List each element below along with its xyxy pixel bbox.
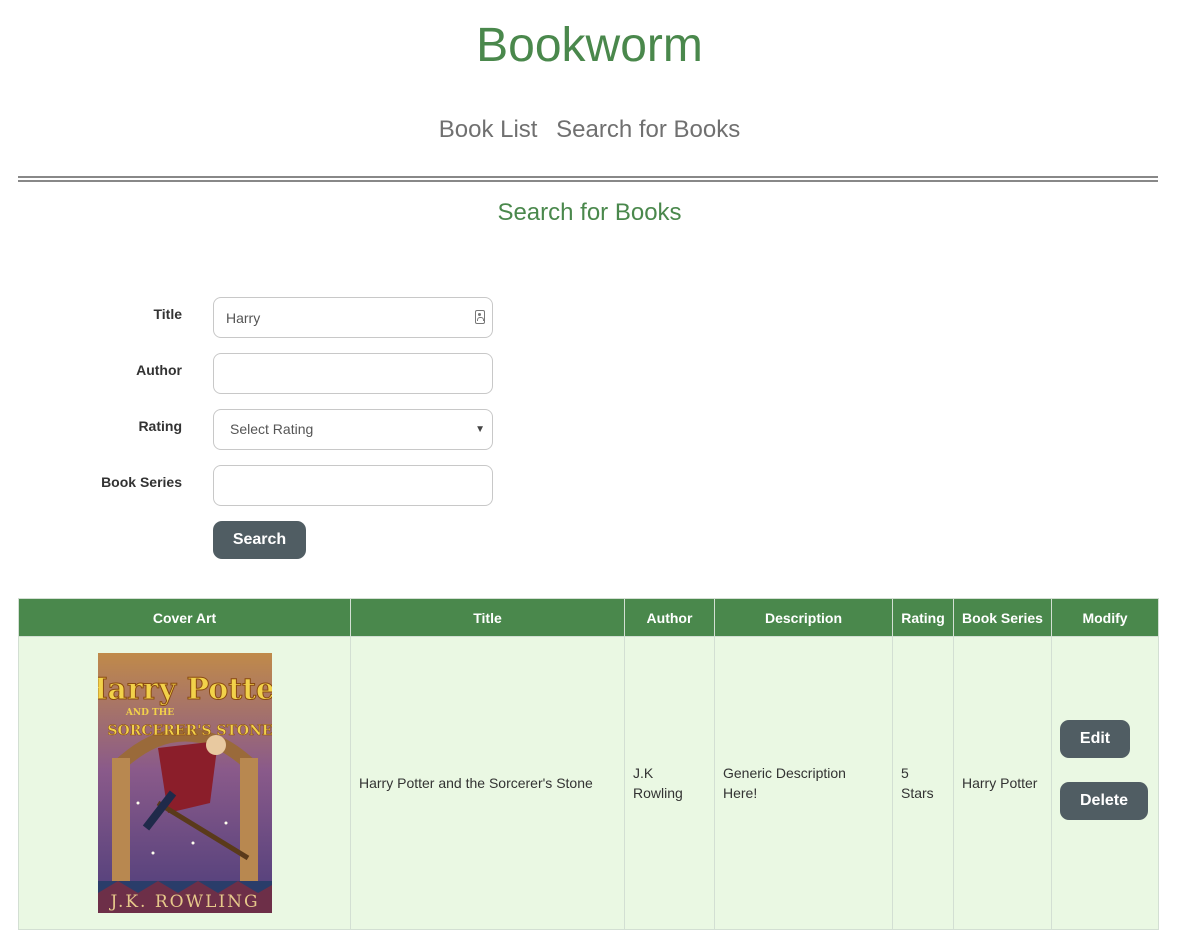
divider bbox=[18, 180, 1158, 182]
nav-search-books[interactable]: Search for Books bbox=[556, 116, 740, 143]
series-label: Book Series bbox=[101, 474, 182, 490]
divider bbox=[18, 176, 1158, 178]
search-button[interactable]: Search bbox=[213, 521, 306, 559]
cell-modify: Edit Delete bbox=[1051, 636, 1159, 930]
rating-label: Rating bbox=[138, 418, 182, 434]
header-cover-art: Cover Art bbox=[18, 598, 351, 637]
cover-stone-text: SORCERER'S STONE bbox=[107, 723, 272, 739]
table-header-row: Cover Art Title Author Description Ratin… bbox=[18, 598, 1159, 637]
rating-select-value: Select Rating bbox=[230, 421, 314, 437]
title-label: Title bbox=[153, 306, 182, 322]
author-input[interactable] bbox=[213, 353, 493, 394]
header-description: Description bbox=[714, 598, 893, 637]
cell-description: Generic Description Here! bbox=[714, 636, 893, 930]
app-title: Bookworm bbox=[476, 19, 703, 72]
cell-rating: 5 Stars bbox=[892, 636, 954, 930]
main-nav: Book List Search for Books bbox=[0, 116, 1179, 144]
table-row: Harry Potter AND THE SORCERER'S STONE J.… bbox=[18, 636, 1159, 930]
cover-title-text: Harry Potter bbox=[98, 672, 272, 707]
title-field-wrap bbox=[213, 297, 493, 338]
chevron-down-icon: ▼ bbox=[475, 424, 485, 435]
delete-button[interactable]: Delete bbox=[1060, 782, 1148, 820]
cover-author-text: J.K. ROWLING bbox=[108, 892, 259, 912]
title-input[interactable] bbox=[213, 297, 493, 338]
header-title: Title bbox=[350, 598, 625, 637]
rating-select[interactable]: Select Rating ▼ bbox=[213, 409, 493, 450]
page-title: Search for Books bbox=[497, 199, 682, 226]
book-cover-image: Harry Potter AND THE SORCERER'S STONE J.… bbox=[97, 653, 272, 913]
series-input[interactable] bbox=[213, 465, 493, 506]
cover-cell: Harry Potter AND THE SORCERER'S STONE J.… bbox=[18, 636, 351, 930]
contact-card-icon[interactable] bbox=[475, 310, 485, 324]
header-author: Author bbox=[624, 598, 715, 637]
header-modify: Modify bbox=[1051, 598, 1159, 637]
edit-button[interactable]: Edit bbox=[1060, 720, 1130, 758]
cell-title: Harry Potter and the Sorcerer's Stone bbox=[350, 636, 625, 930]
cell-series: Harry Potter bbox=[953, 636, 1052, 930]
header-rating: Rating bbox=[892, 598, 954, 637]
cover-subtitle-text: AND THE bbox=[124, 708, 173, 718]
results-table: Cover Art Title Author Description Ratin… bbox=[18, 598, 1159, 930]
cell-author: J.K Rowling bbox=[624, 636, 715, 930]
nav-book-list[interactable]: Book List bbox=[439, 116, 538, 143]
header-book-series: Book Series bbox=[953, 598, 1052, 637]
author-label: Author bbox=[136, 362, 182, 378]
